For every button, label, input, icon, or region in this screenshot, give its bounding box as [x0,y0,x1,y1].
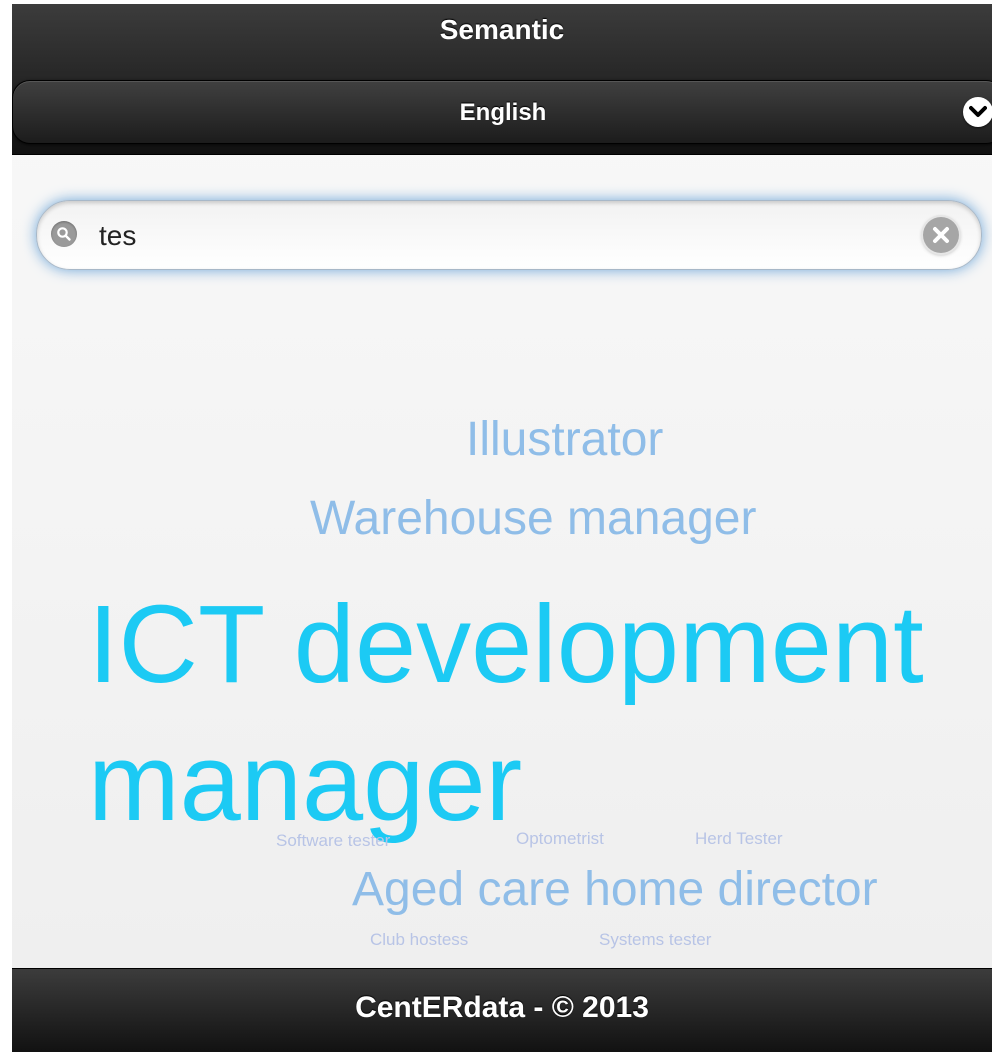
tag-cloud: Illustrator Warehouse manager ICT develo… [12,4,992,1052]
tag-club-hostess[interactable]: Club hostess [370,931,468,948]
app-page: Semantic English Illustrator Warehouse [12,4,992,1052]
tag-warehouse-manager[interactable]: Warehouse manager [310,495,756,543]
tag-illustrator[interactable]: Illustrator [466,416,663,464]
footer-bar: CentERdata - © 2013 [12,968,992,1052]
tag-systems-tester[interactable]: Systems tester [599,931,711,948]
tag-herd-tester[interactable]: Herd Tester [695,830,783,847]
tag-software-tester[interactable]: Software tester [276,832,390,849]
footer-text: CentERdata - © 2013 [355,991,649,1024]
tag-optometrist[interactable]: Optometrist [516,830,604,847]
tag-ict-development-manager[interactable]: ICT development manager [88,576,968,852]
tag-aged-care-home-director[interactable]: Aged care home director [352,866,878,914]
